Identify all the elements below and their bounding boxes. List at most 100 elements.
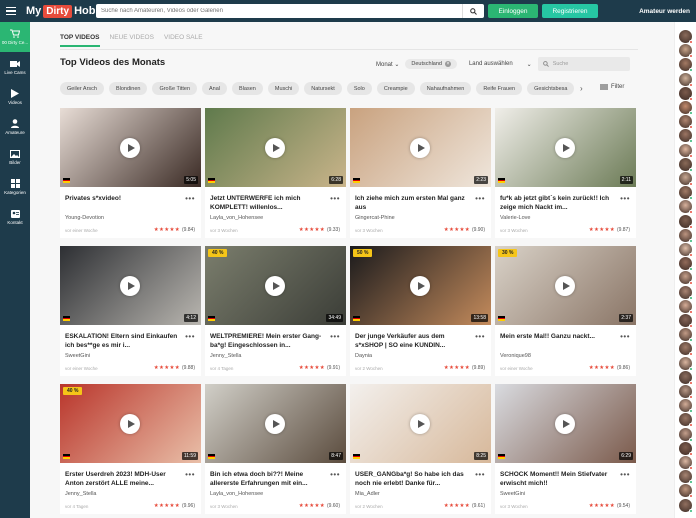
tab-neue-videos[interactable]: NEUE VIDEOS xyxy=(110,34,154,47)
video-uploader[interactable]: Young-Devotion xyxy=(65,215,104,221)
online-user-avatar[interactable] xyxy=(679,243,693,257)
tag-chip[interactable]: Anal xyxy=(202,82,228,95)
online-user-avatar[interactable] xyxy=(679,72,693,87)
video-thumbnail[interactable]: 2:23 xyxy=(350,108,491,187)
video-uploader[interactable]: Veronique98 xyxy=(500,353,531,359)
video-uploader[interactable]: Valerie-Love xyxy=(500,215,530,221)
online-user-avatar[interactable] xyxy=(679,86,693,101)
video-uploader[interactable]: Layla_von_Hohensee xyxy=(210,215,263,221)
more-options-icon[interactable]: ••• xyxy=(620,332,630,341)
sidebar-item[interactable]: Videos xyxy=(0,82,30,112)
play-icon[interactable] xyxy=(120,276,140,296)
online-user-avatar[interactable] xyxy=(679,314,693,328)
more-options-icon[interactable]: ••• xyxy=(185,194,195,203)
online-user-avatar[interactable] xyxy=(679,271,693,286)
online-user-avatar[interactable] xyxy=(679,399,693,414)
tag-chip[interactable]: Große Titten xyxy=(152,82,198,95)
online-user-avatar[interactable] xyxy=(679,328,693,343)
video-uploader[interactable]: Jenny_Stella xyxy=(210,353,242,359)
video-thumbnail[interactable]: 8:25 xyxy=(350,384,491,463)
tab-video-sale[interactable]: VIDEO SALE xyxy=(164,34,203,47)
video-uploader[interactable]: Jenny_Stella xyxy=(65,491,97,497)
register-button[interactable]: Registrieren xyxy=(542,4,598,18)
video-title[interactable]: Privates s*xvideo! xyxy=(65,194,183,212)
play-icon[interactable] xyxy=(555,138,575,158)
video-uploader[interactable]: SweetGini xyxy=(500,491,525,497)
global-search-input[interactable] xyxy=(96,4,462,18)
video-title[interactable]: WELTPREMIERE! Mein erster Gang-ba*g! Ein… xyxy=(210,332,328,350)
online-user-avatar[interactable] xyxy=(679,427,693,442)
tag-chip[interactable]: Gesichtsbesa xyxy=(527,82,575,95)
video-uploader[interactable]: Layla_von_Hohensee xyxy=(210,491,263,497)
more-options-icon[interactable]: ••• xyxy=(330,332,340,341)
play-icon[interactable] xyxy=(555,276,575,296)
more-options-icon[interactable]: ••• xyxy=(475,194,485,203)
become-amateur-link[interactable]: Amateur werden xyxy=(639,4,690,18)
online-user-avatar[interactable] xyxy=(679,385,693,399)
tag-chip[interactable]: Natursekt xyxy=(304,82,342,95)
online-user-avatar[interactable] xyxy=(679,342,693,357)
online-user-avatar[interactable] xyxy=(679,413,693,428)
video-uploader[interactable]: Gingercat-Phine xyxy=(355,215,395,221)
online-user-avatar[interactable] xyxy=(679,157,693,172)
video-thumbnail[interactable]: 5:05 xyxy=(60,108,201,187)
tag-chip[interactable]: Blondinen xyxy=(108,82,148,95)
sidebar-item[interactable]: Live Cams xyxy=(0,52,30,82)
more-options-icon[interactable]: ••• xyxy=(620,470,630,479)
video-title[interactable]: Mein erste Mal!! Ganzu nackt... xyxy=(500,332,618,350)
video-card[interactable]: 6:29 SCHOCK Moment!! Mein Stiefvater erwi… xyxy=(495,384,636,514)
online-user-avatar[interactable] xyxy=(679,456,693,470)
play-icon[interactable] xyxy=(120,414,140,434)
login-button[interactable]: Einloggen xyxy=(488,4,538,18)
tab-top-videos[interactable]: TOP VIDEOS xyxy=(60,34,100,47)
video-uploader[interactable]: Daynia xyxy=(355,353,372,359)
video-card[interactable]: 11:59 40 % Erster Userdreh 2023! MDH-User … xyxy=(60,384,201,514)
online-user-avatar[interactable] xyxy=(679,498,693,513)
video-thumbnail[interactable]: 34:49 40 % xyxy=(205,246,346,325)
online-user-avatar[interactable] xyxy=(679,115,693,130)
video-thumbnail[interactable]: 2:11 xyxy=(495,108,636,187)
country-chip[interactable]: Deutschland × xyxy=(405,59,457,69)
play-icon[interactable] xyxy=(410,414,430,434)
play-icon[interactable] xyxy=(410,276,430,296)
play-icon[interactable] xyxy=(265,138,285,158)
more-options-icon[interactable]: ••• xyxy=(330,470,340,479)
online-user-avatar[interactable] xyxy=(679,470,693,485)
video-thumbnail[interactable]: 13:58 50 % xyxy=(350,246,491,325)
video-card[interactable]: 13:58 50 % Der junge Verkäufer aus dem s*x… xyxy=(350,246,491,376)
online-user-avatar[interactable] xyxy=(679,356,693,371)
online-user-avatar[interactable] xyxy=(679,285,693,300)
play-icon[interactable] xyxy=(120,138,140,158)
video-title[interactable]: Erster Userdreh 2023! MDH-User Anton zer… xyxy=(65,470,183,488)
online-user-avatar[interactable] xyxy=(679,370,693,385)
country-select[interactable]: Land auswählen xyxy=(469,61,513,67)
tag-chip[interactable]: Nahaufnahmen xyxy=(419,82,472,95)
play-icon[interactable] xyxy=(265,276,285,296)
sidebar-item[interactable]: Amateure xyxy=(0,112,30,142)
video-title[interactable]: Ich ziehe mich zum ersten Mal ganz aus xyxy=(355,194,473,212)
video-thumbnail[interactable]: 11:59 40 % xyxy=(60,384,201,463)
online-user-avatar[interactable] xyxy=(679,58,693,73)
video-card[interactable]: 2:23 Ich ziehe mich zum ersten Mal ganz a… xyxy=(350,108,491,238)
online-user-avatar[interactable] xyxy=(679,484,693,499)
video-thumbnail[interactable]: 8:47 xyxy=(205,384,346,463)
video-title[interactable]: SCHOCK Moment!! Mein Stiefvater erwischt… xyxy=(500,470,618,488)
period-select[interactable]: Monat ⌄ xyxy=(376,61,399,68)
more-options-icon[interactable]: ••• xyxy=(475,332,485,341)
video-title[interactable]: Der junge Verkäufer aus dem s*xSHOP | SO… xyxy=(355,332,473,350)
tag-chip[interactable]: Creampie xyxy=(376,82,415,95)
tag-chip[interactable]: Solo xyxy=(346,82,372,95)
video-search-input[interactable]: Suche xyxy=(537,57,630,71)
video-card[interactable]: 4:12 ESKALATION! Eltern sind Einkaufen ic… xyxy=(60,246,201,376)
video-title[interactable]: USER_GANGba*g! So habe ich das noch nie … xyxy=(355,470,473,488)
video-thumbnail[interactable]: 2:37 30 % xyxy=(495,246,636,325)
close-icon[interactable]: × xyxy=(444,61,451,67)
sidebar-item[interactable]: Kategorien xyxy=(0,172,30,202)
online-user-avatar[interactable] xyxy=(679,214,693,229)
video-card[interactable]: 8:47 Bin ich etwa doch bi??! Meine allere… xyxy=(205,384,346,514)
video-card[interactable]: 5:05 Privates s*xvideo! ••• Young-Devotion v… xyxy=(60,108,201,238)
chevron-right-icon[interactable]: › xyxy=(580,84,583,93)
online-user-avatar[interactable] xyxy=(679,299,693,314)
search-button[interactable] xyxy=(462,4,484,18)
video-thumbnail[interactable]: 6:28 xyxy=(205,108,346,187)
